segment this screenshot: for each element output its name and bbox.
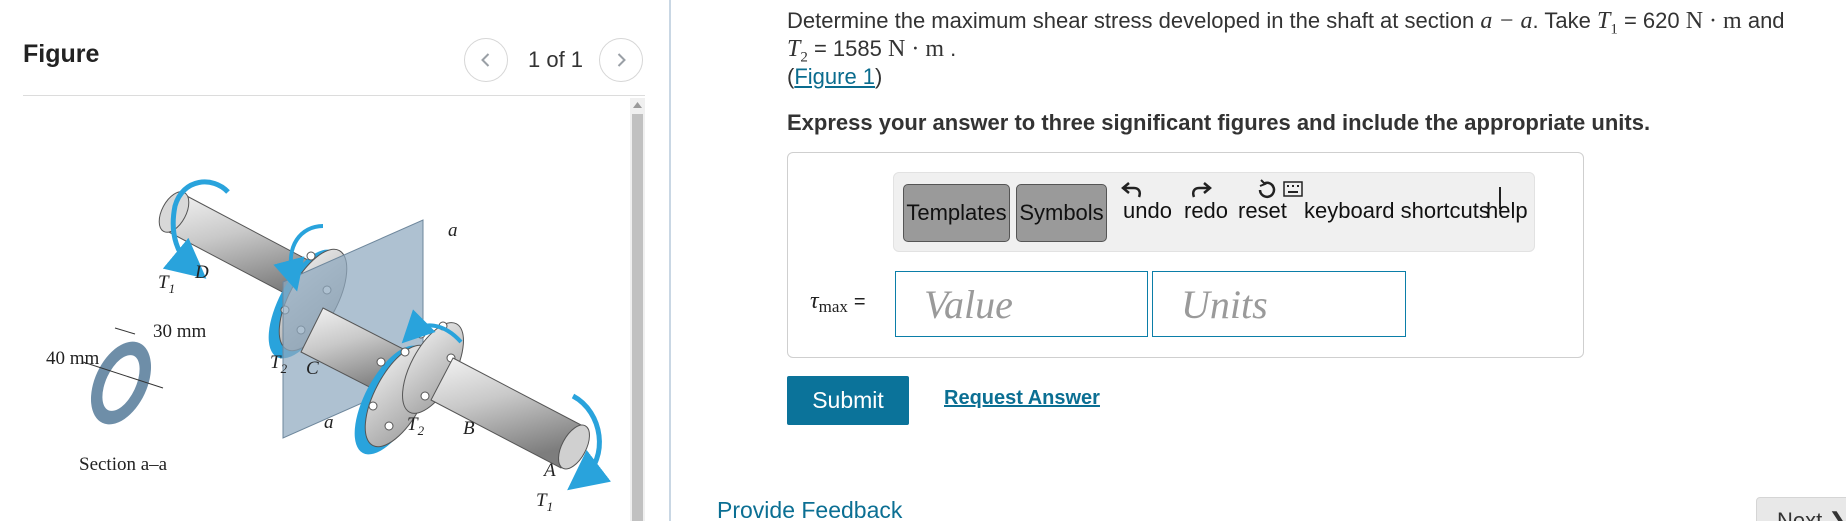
t2-value: = 1585 xyxy=(807,36,888,61)
figure-scrollbar[interactable] xyxy=(630,98,645,521)
answer-instruction: Express your answer to three significant… xyxy=(787,110,1651,135)
scroll-thumb[interactable] xyxy=(632,114,643,521)
scroll-up-icon[interactable] xyxy=(630,98,645,112)
keyboard-icon[interactable] xyxy=(1283,181,1303,197)
previous-figure-button[interactable] xyxy=(464,38,508,82)
next-button[interactable]: Next ❯ xyxy=(1756,497,1846,521)
label-b: B xyxy=(463,418,475,439)
and-text: and xyxy=(1741,8,1785,33)
figure-pager: 1 of 1 xyxy=(464,38,644,82)
templates-button[interactable]: Templates xyxy=(903,184,1010,242)
request-answer-link[interactable]: Request Answer xyxy=(944,387,1100,410)
label-d: D xyxy=(195,262,209,283)
label-40mm: 40 mm xyxy=(46,348,100,369)
value-input[interactable] xyxy=(895,271,1148,337)
figure-panel: Figure 1 of 1 T1 D a 30 mm 40 mm T2 C a … xyxy=(0,0,670,521)
t1-value: = 620 xyxy=(1617,8,1686,33)
reset-button[interactable]: reset xyxy=(1238,198,1287,224)
provide-feedback-link[interactable]: Provide Feedback xyxy=(717,497,902,521)
t1-unit: N · m xyxy=(1685,8,1742,34)
t2-symbol: T xyxy=(787,36,801,62)
undo-icon[interactable] xyxy=(1121,179,1143,199)
label-a-bottom: a xyxy=(324,412,334,433)
question-text: Determine the maximum shear stress devel… xyxy=(787,7,1846,91)
label-t2-right: T2 xyxy=(407,414,425,438)
tau-max-label: τmax = xyxy=(810,288,866,317)
answer-box: Templates Symbols undo redo reset keyboa… xyxy=(787,152,1584,358)
paren-close: ) xyxy=(875,64,883,89)
t1-subscript: 1 xyxy=(1610,21,1618,38)
label-t1-left: T1 xyxy=(158,272,176,296)
question-line-1: Determine the maximum shear stress devel… xyxy=(787,7,1846,38)
section-symbol: a − a xyxy=(1480,8,1533,34)
t2-unit: N · m xyxy=(888,36,944,62)
t1-symbol: T xyxy=(1596,8,1611,34)
units-input[interactable] xyxy=(1152,271,1406,337)
question-line-2: T2 = 1585 N · m . xyxy=(787,35,1846,65)
figure-link[interactable]: Figure 1 xyxy=(794,64,875,89)
help-button[interactable]: help xyxy=(1486,198,1528,224)
chevron-right-icon xyxy=(617,53,626,67)
question-line-3: (Figure 1) xyxy=(787,63,1846,91)
shaft-figure: T1 D a 30 mm 40 mm T2 C a T2 B Section a… xyxy=(23,96,629,521)
label-t2-left: T2 xyxy=(270,352,288,376)
take-text: . Take xyxy=(1532,8,1597,33)
chevron-left-icon xyxy=(481,53,490,67)
redo-icon[interactable] xyxy=(1190,179,1212,199)
pager-count: 1 of 1 xyxy=(528,47,584,72)
submit-button[interactable]: Submit xyxy=(787,376,909,425)
section-ring xyxy=(82,327,164,425)
label-t1-bottom: T1 xyxy=(536,490,554,514)
undo-button[interactable]: undo xyxy=(1123,198,1172,224)
label-30mm: 30 mm xyxy=(153,321,207,342)
label-a-end: A xyxy=(544,460,556,481)
symbols-button[interactable]: Symbols xyxy=(1016,184,1107,242)
label-c: C xyxy=(306,358,319,379)
redo-button[interactable]: redo xyxy=(1184,198,1228,224)
math-toolbar: Templates Symbols undo redo reset keyboa… xyxy=(893,172,1535,252)
label-section: Section a–a xyxy=(79,454,168,475)
question-intro: Determine the maximum shear stress devel… xyxy=(787,8,1481,33)
next-figure-button[interactable] xyxy=(599,38,644,82)
panel-divider xyxy=(669,0,671,521)
tau-subscript: max xyxy=(818,297,848,316)
tau-symbol: τ xyxy=(810,288,819,314)
figure-title: Figure xyxy=(23,40,100,68)
label-a-top: a xyxy=(448,220,458,241)
right-shaft xyxy=(430,357,590,470)
equals-sign: = xyxy=(853,291,866,313)
period: . xyxy=(944,36,957,61)
keyboard-shortcuts-button[interactable]: keyboard shortcuts xyxy=(1304,198,1490,224)
